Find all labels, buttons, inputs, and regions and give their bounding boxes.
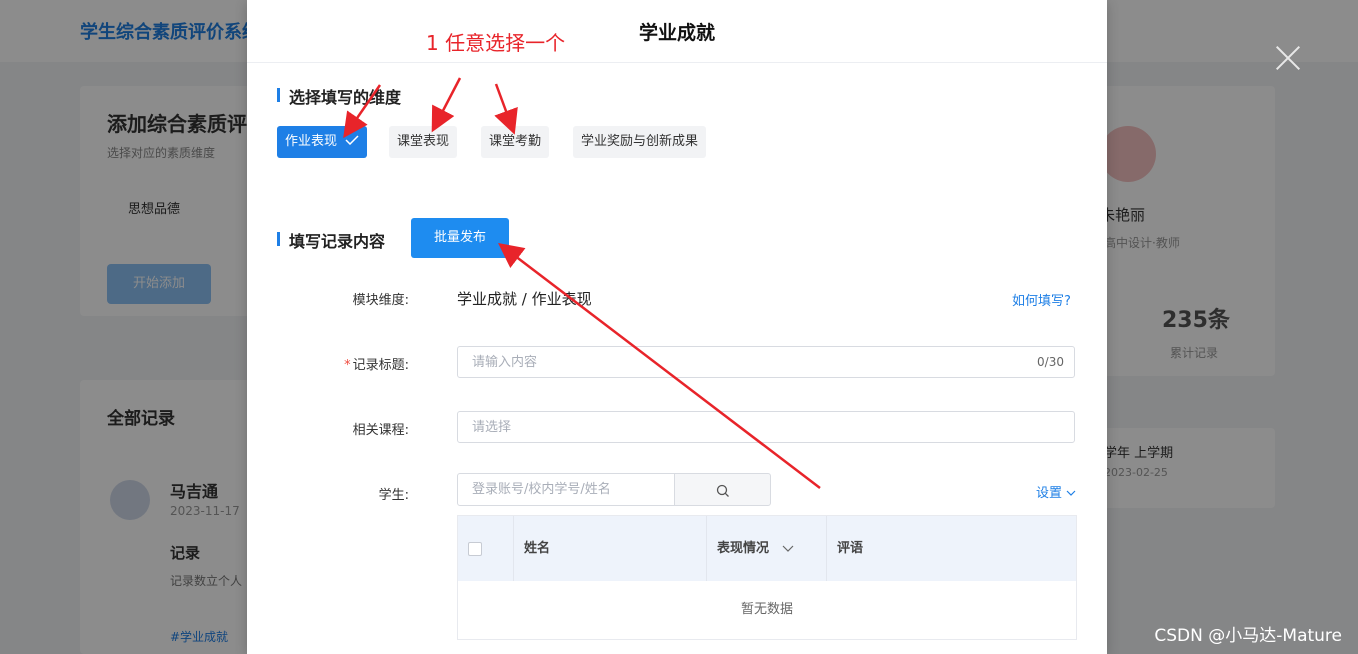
arrow [498,242,821,489]
annotation-arrows [343,77,821,489]
watermark: CSDN @小马达-Mature [1154,626,1342,646]
arrow [494,83,518,135]
arrow [431,77,462,133]
arrow [343,84,382,139]
